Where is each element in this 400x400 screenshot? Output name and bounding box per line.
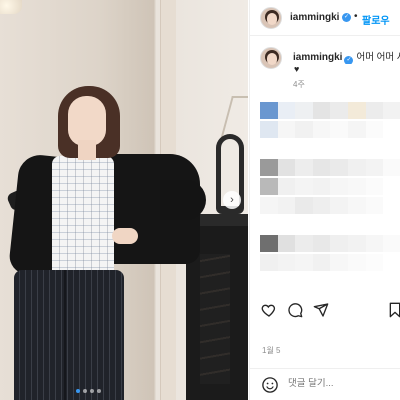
comment-button[interactable] [286, 301, 304, 319]
comment-input[interactable] [288, 378, 396, 389]
bookmark-icon [389, 302, 400, 318]
caption-avatar[interactable] [260, 47, 282, 69]
hand [112, 228, 138, 244]
caption-username[interactable]: iammingki [293, 52, 342, 63]
verified-badge-icon: ✓ [342, 13, 351, 22]
save-button[interactable] [386, 301, 400, 319]
carousel-next-button[interactable]: › [223, 191, 241, 209]
follow-button[interactable]: 팔로우 [362, 12, 390, 27]
header-username[interactable]: iammingki [290, 12, 339, 23]
post-actions [250, 298, 400, 324]
avatar[interactable] [260, 7, 282, 29]
caption-time[interactable]: 4주 [293, 79, 305, 90]
caption-text: 어머 어머 사 [356, 52, 400, 63]
send-icon [313, 303, 329, 317]
dried-branches [220, 96, 248, 140]
carousel-indicator [76, 389, 101, 393]
caption: iammingki✓어머 어머 사 [293, 49, 400, 64]
heart-icon [261, 304, 276, 317]
post-header: iammingki ✓ • 팔로우 [250, 0, 400, 36]
like-button[interactable] [260, 301, 278, 319]
jacket-arm [160, 180, 206, 220]
smiley-icon[interactable] [261, 376, 279, 394]
printed-shirt [52, 156, 114, 274]
neck [78, 140, 96, 160]
wall-lamp [0, 0, 22, 14]
pinstripe-pants [14, 270, 124, 400]
post-side-panel: iammingki ✓ • 팔로우 iammingki✓어머 어머 사 ♥ 4주 [249, 0, 400, 400]
face [68, 96, 106, 146]
carousel-dot [83, 389, 87, 393]
pixelated-comments [260, 102, 400, 290]
chevron-right-icon: › [230, 193, 234, 206]
separator: • [354, 11, 358, 22]
caption-heart-emoji: ♥ [294, 64, 300, 74]
verified-badge-icon: ✓ [344, 56, 354, 64]
post-photo[interactable]: › [0, 0, 248, 400]
post-date[interactable]: 1월 5 [262, 345, 280, 356]
carousel-dot [97, 389, 101, 393]
comment-bar [250, 368, 400, 400]
comment-icon [288, 303, 303, 318]
carousel-dot [90, 389, 94, 393]
carousel-dot [76, 389, 80, 393]
share-button[interactable] [312, 301, 330, 319]
